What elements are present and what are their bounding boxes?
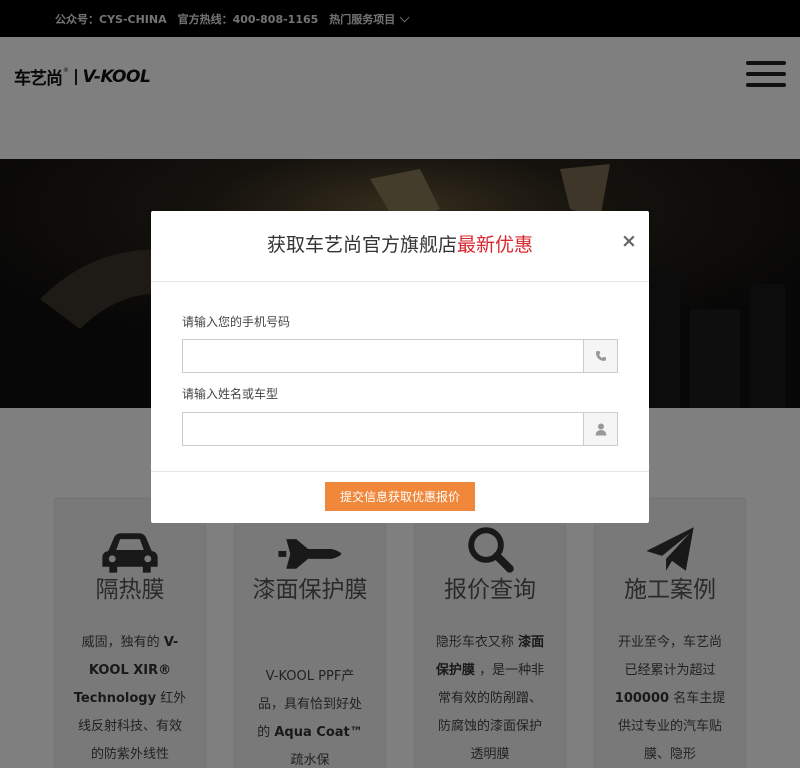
phone-field bbox=[182, 339, 618, 373]
modal-title: 获取车艺尚官方旗舰店最新优惠 bbox=[151, 211, 649, 282]
phone-icon bbox=[583, 340, 617, 372]
user-icon bbox=[583, 413, 617, 445]
name-input[interactable] bbox=[183, 413, 583, 445]
submit-button[interactable]: 提交信息获取优惠报价 bbox=[325, 482, 475, 511]
phone-input[interactable] bbox=[183, 340, 583, 372]
promo-modal: 获取车艺尚官方旗舰店最新优惠 × 请输入您的手机号码 请输入姓名或车型 提交信息… bbox=[151, 211, 649, 523]
phone-label: 请输入您的手机号码 bbox=[182, 315, 291, 329]
close-icon[interactable]: × bbox=[621, 231, 637, 251]
name-field bbox=[182, 412, 618, 446]
modal-divider bbox=[151, 471, 649, 472]
name-label: 请输入姓名或车型 bbox=[182, 387, 279, 401]
